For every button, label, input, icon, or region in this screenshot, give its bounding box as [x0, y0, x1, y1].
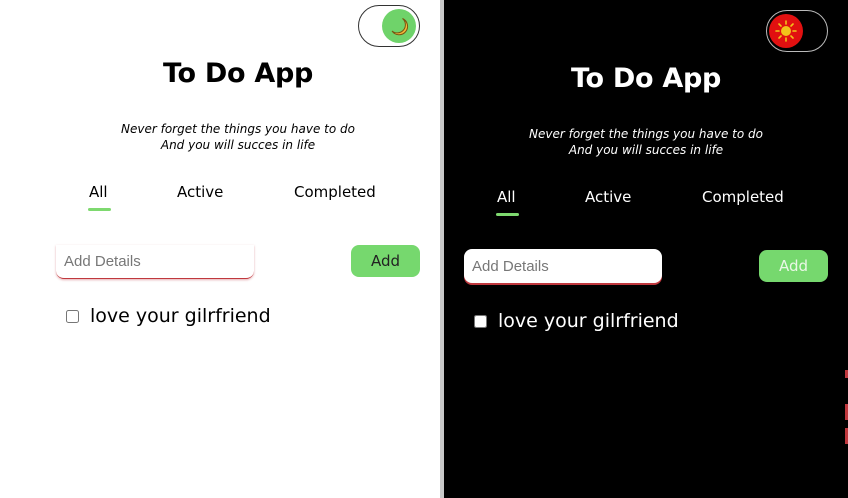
- add-button[interactable]: Add: [351, 245, 420, 277]
- tagline: Never forget the things you have to do A…: [88, 121, 388, 153]
- page-title: To Do App: [571, 63, 721, 94]
- tagline-line-1: Never forget the things you have to do: [121, 122, 355, 136]
- selected-tab-indicator: [88, 208, 111, 211]
- add-details-input[interactable]: [464, 249, 662, 283]
- sun-icon: [775, 20, 797, 42]
- tab-all[interactable]: All: [89, 183, 108, 201]
- selected-tab-indicator: [496, 213, 519, 216]
- toggle-knob[interactable]: [769, 14, 803, 48]
- todo-text: love your gilrfriend: [90, 305, 271, 327]
- tab-completed[interactable]: Completed: [294, 183, 376, 201]
- todo-item: love your gilrfriend: [66, 305, 271, 327]
- todo-text: love your gilrfriend: [498, 310, 679, 332]
- tab-active[interactable]: Active: [585, 188, 631, 206]
- theme-toggle[interactable]: [358, 5, 420, 47]
- dark-theme-panel: To Do App Never forget the things you ha…: [444, 0, 848, 498]
- todo-checkbox[interactable]: [474, 314, 487, 328]
- todo-item: love your gilrfriend: [474, 310, 679, 332]
- light-theme-panel: To Do App Never forget the things you ha…: [0, 0, 440, 498]
- tagline-line-2: And you will succes in life: [160, 138, 316, 152]
- tab-active[interactable]: Active: [177, 183, 223, 201]
- add-button[interactable]: Add: [759, 250, 828, 282]
- theme-toggle[interactable]: [766, 10, 828, 52]
- moon-icon: [391, 18, 409, 36]
- tagline-line-1: Never forget the things you have to do: [529, 127, 763, 141]
- toggle-knob[interactable]: [382, 9, 416, 43]
- add-details-input[interactable]: [56, 245, 254, 279]
- tagline-line-2: And you will succes in life: [568, 143, 724, 157]
- page-title: To Do App: [163, 58, 313, 89]
- tab-all[interactable]: All: [497, 188, 516, 206]
- todo-checkbox[interactable]: [66, 309, 79, 323]
- tab-completed[interactable]: Completed: [702, 188, 784, 206]
- tagline: Never forget the things you have to do A…: [496, 126, 796, 158]
